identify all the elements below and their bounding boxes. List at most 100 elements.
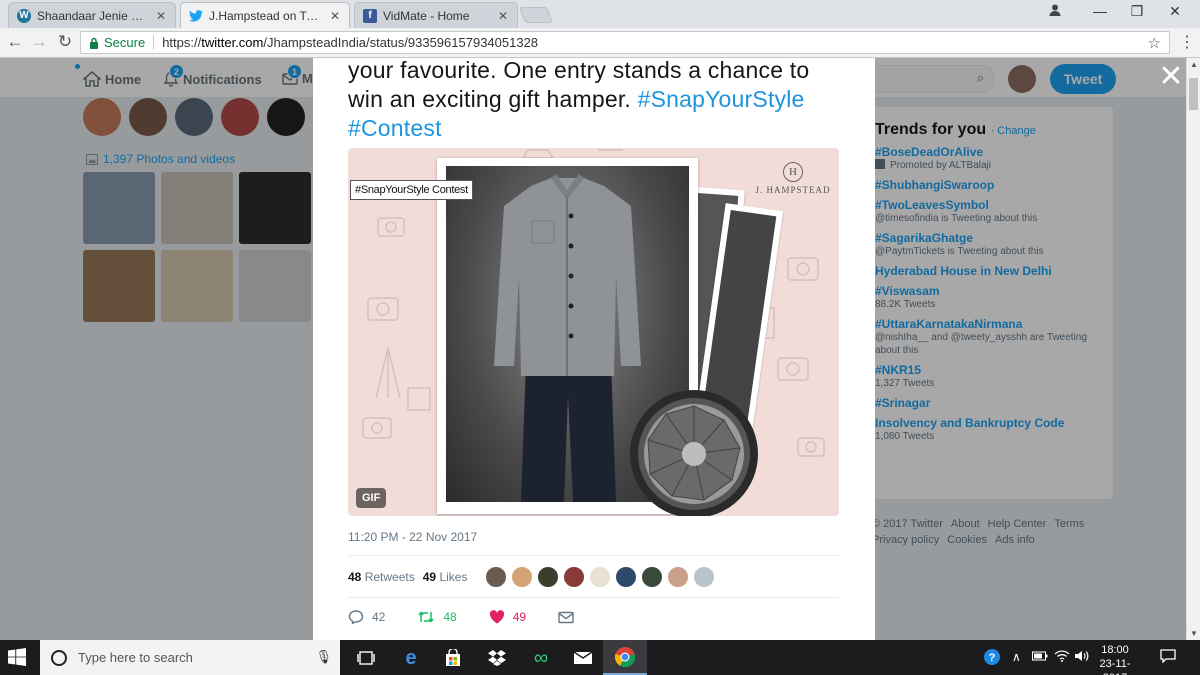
cortana-icon (51, 649, 67, 666)
lock-icon (90, 37, 98, 49)
secure-label: Secure (104, 35, 146, 50)
like-count: 49 (512, 610, 527, 624)
avatar[interactable] (537, 566, 559, 588)
avatar[interactable] (485, 566, 507, 588)
likes-count: 49 (422, 570, 437, 584)
bookmark-star-icon[interactable]: ☆ (1148, 34, 1161, 52)
brand-name: J. HAMPSTEAD (755, 185, 831, 195)
address-divider (153, 35, 155, 50)
retweets-count: 48 (348, 570, 362, 584)
retweet-button[interactable]: 48 (417, 610, 457, 624)
avatar[interactable] (589, 566, 611, 588)
direct-message-button[interactable] (558, 611, 574, 624)
hashtag-link[interactable]: #SnapYourStyle (638, 86, 805, 112)
avatar[interactable] (563, 566, 585, 588)
menu-kebab-icon[interactable]: ⋮ (1176, 32, 1198, 52)
url-host: twitter.com (201, 35, 264, 50)
tab-vidmate[interactable]: f VidMate - Home ✕ (354, 2, 518, 28)
close-icon[interactable]: ✕ (155, 9, 167, 23)
wifi-icon[interactable] (1054, 650, 1070, 665)
taskbar-search-input[interactable]: Type here to search 🎙 (40, 640, 340, 675)
browser-toolbar: ← → ↻ Secure https://twitter.com/Jhampst… (0, 28, 1200, 58)
windows-start-icon[interactable] (8, 648, 26, 671)
taskbar-search-placeholder: Type here to search (78, 650, 193, 665)
reply-icon (348, 610, 364, 624)
restore-button[interactable]: ❐ (1122, 3, 1152, 20)
show-hidden-icons-icon[interactable]: ∧ (1012, 650, 1021, 664)
chrome-icon (614, 647, 636, 668)
retweets-stat[interactable]: 48 Retweets (348, 570, 415, 584)
action-center-icon[interactable] (1160, 649, 1176, 666)
profile-icon[interactable] (1040, 3, 1070, 20)
scroll-down-icon[interactable]: ▼ (1187, 629, 1200, 638)
url-path: /JhampsteadIndia/status/9335961579340513… (263, 35, 539, 50)
contest-label: #SnapYourStyle Contest (350, 180, 473, 200)
store-icon[interactable] (440, 645, 466, 671)
svg-text:?: ? (989, 652, 996, 664)
edge-browser-icon[interactable]: e (398, 645, 424, 671)
vertical-scrollbar[interactable]: ▲ ▼ (1186, 58, 1200, 640)
new-tab-button[interactable] (519, 7, 553, 23)
address-bar[interactable]: Secure https://twitter.com/JhampsteadInd… (80, 31, 1170, 54)
likes-label: Likes (439, 570, 468, 584)
divider (348, 597, 839, 598)
infinity-app-icon[interactable]: ∞ (528, 645, 554, 671)
avatar[interactable] (641, 566, 663, 588)
reply-count: 42 (372, 610, 386, 624)
reload-icon[interactable]: ↻ (54, 32, 76, 52)
taskbar-clock[interactable]: 18:00 23-11-2017 (1090, 643, 1140, 675)
close-window-button[interactable]: ✕ (1160, 3, 1190, 20)
avatar[interactable] (511, 566, 533, 588)
battery-icon[interactable] (1032, 650, 1048, 664)
volume-icon[interactable] (1074, 650, 1090, 665)
avatar[interactable] (615, 566, 637, 588)
retweets-label: Retweets (364, 570, 415, 584)
close-icon[interactable]: ✕ (329, 9, 341, 23)
envelope-icon (558, 611, 574, 623)
twitter-page: Home Notifications 2 M 1 ⌕ Tweet 1,397 P… (0, 58, 1186, 640)
tweet-permalink-modal: your favourite. One entry stands a chanc… (313, 58, 875, 640)
close-modal-icon[interactable]: ✕ (1157, 62, 1185, 92)
url-scheme: https:// (162, 35, 202, 50)
back-icon[interactable]: ← (4, 32, 26, 52)
task-view-icon[interactable] (353, 645, 379, 671)
url-text: https://twitter.com/JhampsteadIndia/stat… (162, 35, 538, 50)
clock-date: 23-11-2017 (1099, 658, 1131, 675)
dropbox-icon[interactable] (484, 645, 510, 671)
tweet-stats: 48 Retweets 49 Likes (348, 570, 467, 584)
heart-icon (489, 610, 504, 624)
retweet-icon (418, 611, 434, 623)
scroll-up-icon[interactable]: ▲ (1187, 60, 1200, 69)
secure-indicator[interactable]: Secure (89, 35, 145, 50)
tab-title: J.Hampstead on Twitter: (209, 8, 323, 23)
close-icon[interactable]: ✕ (497, 9, 509, 23)
tab-jhampstead-twitter[interactable]: J.Hampstead on Twitter: ✕ (180, 2, 350, 28)
avatar[interactable] (667, 566, 689, 588)
mail-icon[interactable] (570, 645, 596, 671)
tab-shaandaar[interactable]: W Shaandaar Jenie – All & ✕ (8, 2, 176, 28)
reply-button[interactable]: 42 (348, 610, 385, 624)
retweet-count: 48 (443, 610, 457, 624)
tweet-text: your favourite. One entry stands a chanc… (348, 58, 848, 143)
facebook-icon: f (363, 8, 377, 23)
microphone-icon[interactable]: 🎙 (315, 649, 332, 665)
scroll-thumb[interactable] (1189, 78, 1198, 110)
tweet-timestamp[interactable]: 11:20 PM - 22 Nov 2017 (348, 530, 477, 544)
windows-taskbar: Type here to search 🎙 e ∞ ? ∧ 18:00 23-1… (0, 640, 1200, 675)
brand-monogram: H (783, 162, 803, 182)
chrome-taskbar-button[interactable] (603, 640, 647, 675)
hashtag-link[interactable]: #Contest (348, 115, 442, 141)
like-button[interactable]: 49 (489, 610, 526, 624)
help-tray-icon[interactable]: ? (983, 648, 1001, 669)
browser-tab-strip: W Shaandaar Jenie – All & ✕ J.Hampstead … (0, 0, 1200, 28)
minimize-button[interactable]: — (1085, 3, 1115, 19)
tab-title: Shaandaar Jenie – All & (37, 8, 149, 23)
forward-icon[interactable]: → (28, 32, 50, 52)
camera-lens-graphic (630, 390, 758, 516)
tweet-media-gif[interactable]: H J. HAMPSTEAD #SnapYourStyle Contest GI… (348, 148, 839, 516)
likes-stat[interactable]: 49 Likes (423, 570, 468, 584)
divider (348, 555, 839, 556)
avatar[interactable] (693, 566, 715, 588)
brand-logo: H J. HAMPSTEAD (748, 162, 838, 195)
wordpress-icon: W (17, 8, 31, 23)
